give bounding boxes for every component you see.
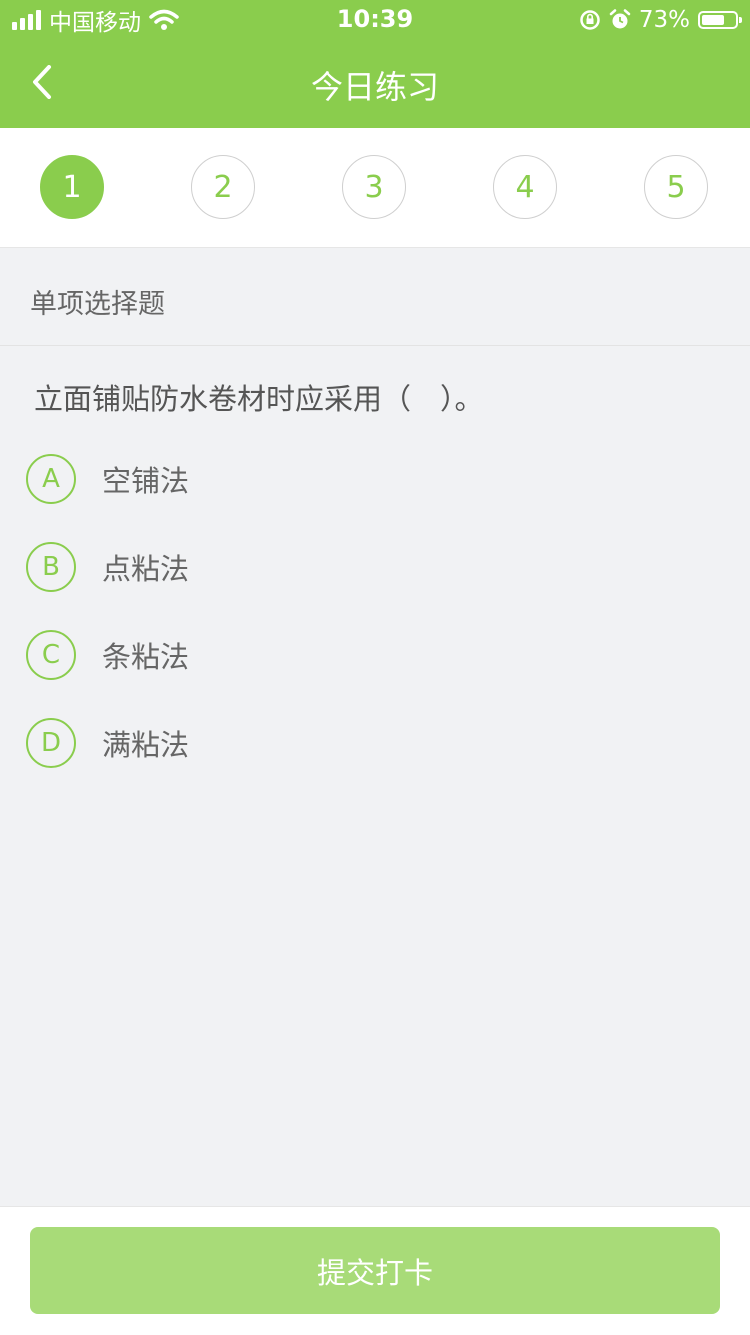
battery-icon xyxy=(698,11,742,29)
question-text: 立面铺贴防水卷材时应采用（ ）。 xyxy=(34,382,484,416)
page-title: 今日练习 xyxy=(310,68,439,106)
option-c[interactable]: C 条粘法 xyxy=(26,629,726,681)
option-c-text: 条粘法 xyxy=(102,640,190,674)
alarm-icon xyxy=(609,9,631,29)
navbar: 今日练习 xyxy=(0,40,750,128)
option-d-text: 满粘法 xyxy=(102,728,190,762)
option-a-text: 空铺法 xyxy=(102,464,190,498)
step-4[interactable]: 4 xyxy=(493,155,557,219)
option-a[interactable]: A 空铺法 xyxy=(26,453,726,505)
option-b[interactable]: B 点粘法 xyxy=(26,541,726,593)
option-b-text: 点粘法 xyxy=(102,552,190,586)
question-type-label: 单项选择题 xyxy=(30,289,165,320)
step-1[interactable]: 1 xyxy=(40,155,104,219)
option-d[interactable]: D 满粘法 xyxy=(26,717,726,769)
footer-bar: 提交打卡 xyxy=(0,1206,750,1335)
step-5[interactable]: 5 xyxy=(644,155,708,219)
step-3[interactable]: 3 xyxy=(342,155,406,219)
submit-checkin-button[interactable]: 提交打卡 xyxy=(30,1227,720,1314)
step-2[interactable]: 2 xyxy=(191,155,255,219)
status-bar: 中国移动 10:39 73% xyxy=(0,0,750,40)
option-b-letter: B xyxy=(26,542,76,592)
status-right: 73% xyxy=(579,4,742,36)
question-stepper: 1 2 3 4 5 xyxy=(0,128,750,248)
question-type-row: 单项选择题 xyxy=(0,248,750,346)
option-d-letter: D xyxy=(26,718,76,768)
battery-percent: 73% xyxy=(638,7,690,33)
app-header: 中国移动 10:39 73% 今日练习 xyxy=(0,0,750,128)
option-c-letter: C xyxy=(26,630,76,680)
option-a-letter: A xyxy=(26,454,76,504)
rotation-lock-icon xyxy=(580,10,600,30)
